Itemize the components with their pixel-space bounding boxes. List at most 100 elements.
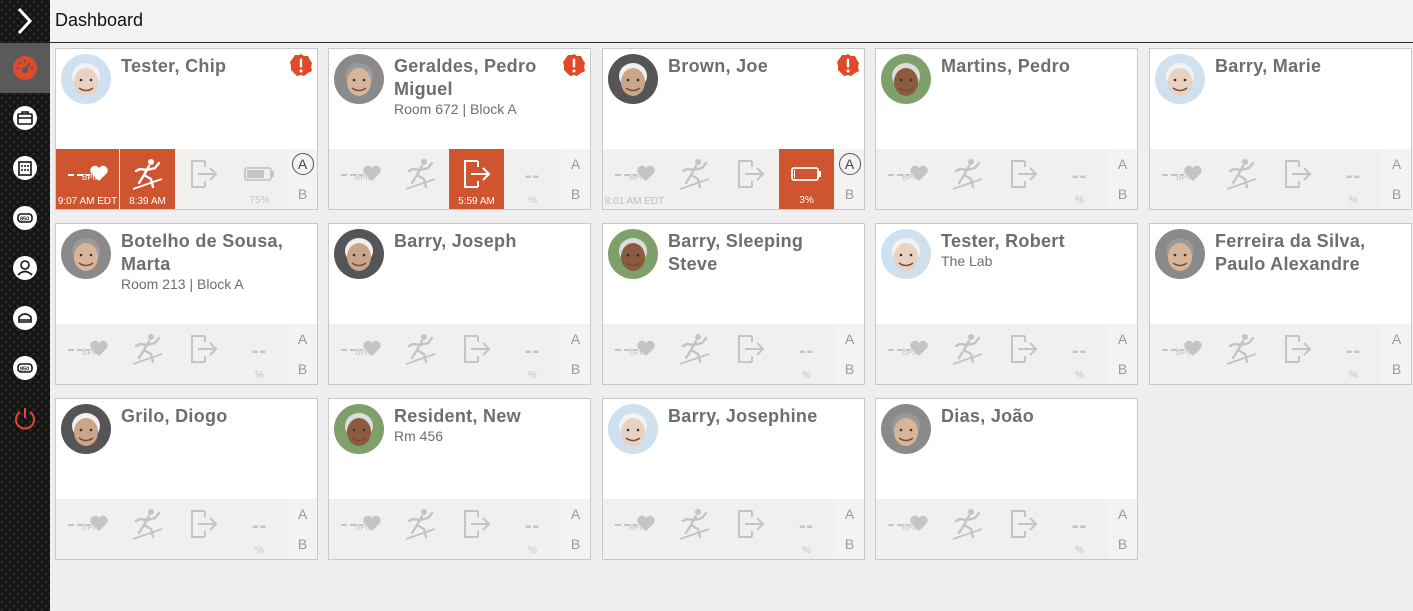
exit-status[interactable]	[1270, 324, 1325, 384]
resident-card[interactable]: Brown, Joe BPM 8:01 AM EDT 3% A B	[602, 48, 865, 210]
exit-status[interactable]	[449, 324, 504, 384]
zone-a[interactable]: A	[1108, 499, 1137, 529]
zone-b[interactable]: B	[288, 529, 317, 559]
zone-a[interactable]: A	[1382, 149, 1411, 179]
zone-a[interactable]: A	[835, 324, 864, 354]
fall-status[interactable]	[667, 499, 722, 559]
fall-status[interactable]	[1214, 149, 1269, 209]
heart-rate-status[interactable]: BPM	[329, 149, 392, 209]
battery-status[interactable]: 75%	[232, 149, 287, 209]
resident-card[interactable]: Barry, Joseph BPM --% A B	[328, 223, 591, 385]
battery-status[interactable]: 3%	[779, 149, 834, 209]
exit-status[interactable]: 5:59 AM	[449, 149, 504, 209]
heart-rate-status[interactable]: BPM	[876, 149, 939, 209]
zone-b[interactable]: B	[561, 529, 590, 559]
fall-status[interactable]	[1214, 324, 1269, 384]
heart-rate-status[interactable]: BPM 9:07 AM EDT	[56, 149, 119, 209]
sidebar-item-residents[interactable]	[0, 93, 50, 143]
zone-b[interactable]: B	[1108, 179, 1137, 209]
sidebar-item-users[interactable]	[0, 243, 50, 293]
fall-status[interactable]	[120, 499, 175, 559]
sidebar-item-settings[interactable]	[0, 293, 50, 343]
resident-card[interactable]: Tester, Chip BPM 9:07 AM EDT 8:39 AM 75% A B	[55, 48, 318, 210]
heart-rate-status[interactable]: BPM	[1150, 149, 1213, 209]
fall-status[interactable]	[393, 499, 448, 559]
battery-status[interactable]: --%	[505, 324, 560, 384]
exit-status[interactable]	[176, 324, 231, 384]
zone-a[interactable]: A	[835, 149, 864, 179]
resident-card[interactable]: Barry, Marie BPM --% A B	[1149, 48, 1412, 210]
zone-a[interactable]: A	[835, 499, 864, 529]
zone-a[interactable]: A	[288, 149, 317, 179]
fall-status[interactable]	[940, 324, 995, 384]
zone-b[interactable]: B	[1382, 179, 1411, 209]
heart-rate-status[interactable]: BPM	[329, 324, 392, 384]
heart-rate-status[interactable]: BPM	[56, 324, 119, 384]
exit-status[interactable]	[996, 149, 1051, 209]
fall-status[interactable]	[940, 499, 995, 559]
fall-status[interactable]	[393, 324, 448, 384]
sidebar-item-dashboard[interactable]	[0, 43, 50, 93]
exit-status[interactable]	[723, 499, 778, 559]
zone-a[interactable]: A	[288, 499, 317, 529]
fall-status[interactable]	[667, 324, 722, 384]
zone-b[interactable]: B	[835, 529, 864, 559]
zone-b[interactable]: B	[1108, 354, 1137, 384]
heart-rate-status[interactable]: BPM	[329, 499, 392, 559]
resident-card[interactable]: Barry, Sleeping Steve BPM --% A B	[602, 223, 865, 385]
zone-b[interactable]: B	[1108, 529, 1137, 559]
zone-b[interactable]: B	[561, 179, 590, 209]
fall-status[interactable]	[940, 149, 995, 209]
resident-card[interactable]: Dias, João BPM --% A B	[875, 398, 1138, 560]
heart-rate-status[interactable]: BPM	[603, 499, 666, 559]
heart-rate-status[interactable]: BPM	[876, 499, 939, 559]
zone-a[interactable]: A	[561, 149, 590, 179]
zone-b[interactable]: B	[835, 179, 864, 209]
exit-status[interactable]	[723, 149, 778, 209]
zone-a[interactable]: A	[288, 324, 317, 354]
zone-b[interactable]: B	[835, 354, 864, 384]
battery-status[interactable]: --%	[505, 499, 560, 559]
fall-status[interactable]	[667, 149, 722, 209]
resident-card[interactable]: Grilo, Diogo BPM --% A B	[55, 398, 318, 560]
sidebar-toggle-button[interactable]	[0, 0, 50, 42]
battery-status[interactable]: --%	[1326, 324, 1381, 384]
zone-b[interactable]: B	[561, 354, 590, 384]
resident-card[interactable]: Resident, New Rm 456 BPM --% A B	[328, 398, 591, 560]
resident-card[interactable]: Botelho de Sousa, Marta Room 213 | Block …	[55, 223, 318, 385]
battery-status[interactable]: --%	[232, 324, 287, 384]
exit-status[interactable]	[723, 324, 778, 384]
resident-card[interactable]: Martins, Pedro BPM --% A B	[875, 48, 1138, 210]
resident-card[interactable]: Barry, Josephine BPM --% A B	[602, 398, 865, 560]
zone-b[interactable]: B	[1382, 354, 1411, 384]
heart-rate-status[interactable]: BPM	[876, 324, 939, 384]
zone-a[interactable]: A	[1108, 324, 1137, 354]
sidebar-item-building[interactable]	[0, 143, 50, 193]
battery-status[interactable]: --%	[1052, 499, 1107, 559]
battery-status[interactable]: --%	[505, 149, 560, 209]
heart-rate-status[interactable]: BPM	[1150, 324, 1213, 384]
battery-status[interactable]: --%	[1052, 324, 1107, 384]
zone-a[interactable]: A	[1108, 149, 1137, 179]
battery-status[interactable]: --%	[779, 324, 834, 384]
sidebar-item-devices[interactable]: 850	[0, 193, 50, 243]
heart-rate-status[interactable]: BPM 8:01 AM EDT	[603, 149, 666, 209]
sidebar-item-device-config[interactable]: 850	[0, 343, 50, 393]
resident-card[interactable]: Geraldes, Pedro Miguel Room 672 | Block A…	[328, 48, 591, 210]
zone-b[interactable]: B	[288, 354, 317, 384]
exit-status[interactable]	[176, 149, 231, 209]
exit-status[interactable]	[176, 499, 231, 559]
battery-status[interactable]: --%	[1052, 149, 1107, 209]
resident-card[interactable]: Tester, Robert The Lab BPM --% A B	[875, 223, 1138, 385]
zone-b[interactable]: B	[288, 179, 317, 209]
battery-status[interactable]: --%	[779, 499, 834, 559]
zone-a[interactable]: A	[561, 499, 590, 529]
exit-status[interactable]	[449, 499, 504, 559]
sidebar-item-logout[interactable]	[0, 393, 50, 443]
exit-status[interactable]	[996, 324, 1051, 384]
heart-rate-status[interactable]: BPM	[603, 324, 666, 384]
zone-a[interactable]: A	[1382, 324, 1411, 354]
battery-status[interactable]: --%	[1326, 149, 1381, 209]
heart-rate-status[interactable]: BPM	[56, 499, 119, 559]
fall-status[interactable]: 8:39 AM	[120, 149, 175, 209]
